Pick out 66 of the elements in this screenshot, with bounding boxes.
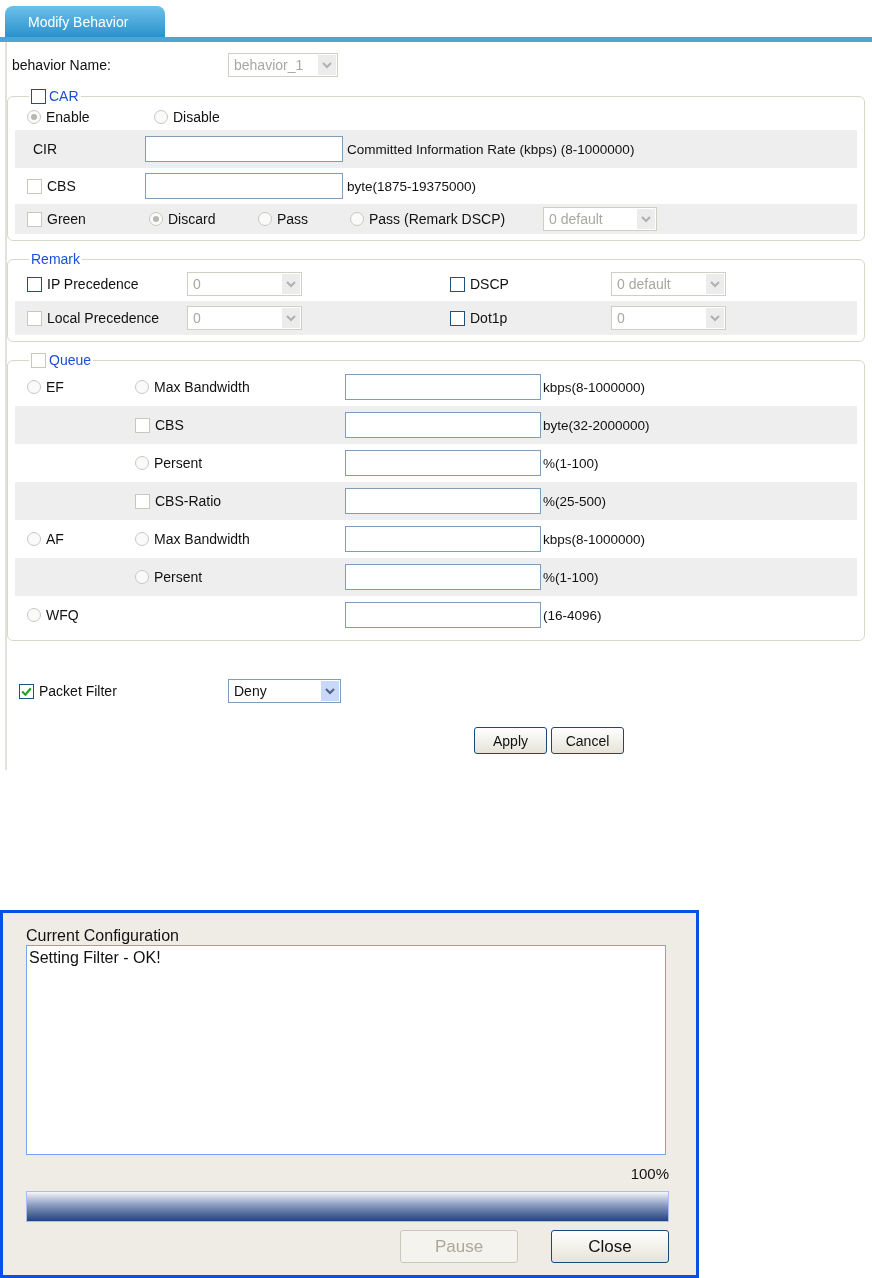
log-area[interactable]: Setting Filter - OK! — [26, 945, 666, 1155]
range-hint: %(1-100) — [542, 569, 600, 585]
chevron-down-icon — [706, 308, 724, 328]
radio-label: Pass — [277, 211, 309, 227]
radio-label: AF — [46, 531, 64, 547]
radio-label: Enable — [46, 109, 90, 125]
text-field[interactable] — [345, 450, 541, 476]
text-field[interactable] — [345, 602, 541, 628]
text-field[interactable] — [345, 564, 541, 590]
range-hint: (16-4096) — [542, 607, 603, 623]
radio-label: Max Bandwidth — [154, 379, 250, 395]
range-hint: byte(1875-19375000) — [346, 178, 478, 194]
text-field[interactable] — [145, 173, 343, 199]
chevron-down-icon — [637, 209, 655, 229]
text-field[interactable] — [345, 526, 541, 552]
range-hint: %(1-100) — [542, 455, 600, 471]
progress-percent: 100% — [629, 1165, 669, 1183]
range-hint: byte(32-2000000) — [542, 417, 651, 433]
checkbox-label: CBS — [47, 178, 76, 194]
form-button[interactable]: Apply — [474, 727, 547, 754]
radio-label: Persent — [154, 455, 203, 471]
section-title: CAR — [49, 88, 79, 104]
radio-label: Discard — [168, 211, 216, 227]
checkbox-label: CBS-Ratio — [155, 493, 222, 509]
checkbox-label: Green — [47, 211, 86, 227]
checkbox-label: CBS — [155, 417, 184, 433]
chevron-down-icon — [282, 308, 300, 328]
radio-label: Persent — [154, 569, 203, 585]
chevron-down-icon — [706, 274, 724, 294]
checkbox-label: Local Precedence — [47, 310, 160, 326]
radio-label: WFQ — [46, 607, 79, 623]
checkbox-label: Dot1p — [470, 310, 508, 326]
range-hint: kbps(8-1000000) — [542, 379, 647, 395]
dialog-button[interactable]: Close — [551, 1230, 669, 1263]
checkbox-label: DSCP — [470, 276, 509, 292]
range-hint: %(25-500) — [542, 493, 608, 509]
text-field[interactable] — [345, 412, 541, 438]
radio-button[interactable] — [27, 110, 41, 124]
dialog-title: Current Configuration — [26, 927, 180, 945]
section-title: Remark — [31, 251, 80, 267]
text-field[interactable] — [145, 136, 343, 162]
field-label: behavior Name: — [12, 57, 112, 73]
chevron-down-icon — [318, 55, 336, 75]
checkbox[interactable] — [450, 276, 465, 292]
text-field[interactable] — [345, 488, 541, 514]
checkbox[interactable] — [27, 276, 42, 292]
range-hint: Committed Information Rate (kbps) (8-1000000) — [346, 141, 636, 157]
tab[interactable]: Modify Behavior — [5, 6, 165, 37]
chevron-down-icon — [282, 274, 300, 294]
form-button[interactable]: Cancel — [551, 727, 624, 754]
radio-label: Max Bandwidth — [154, 531, 250, 547]
checkbox[interactable] — [31, 88, 46, 104]
section-title: Queue — [49, 352, 92, 368]
checkbox-label: IP Precedence — [47, 276, 139, 292]
radio-button[interactable] — [154, 110, 168, 124]
field-label: CIR — [32, 141, 59, 157]
chevron-down-icon — [321, 681, 339, 701]
range-hint: kbps(8-1000000) — [542, 531, 647, 547]
radio-label: Pass (Remark DSCP) — [369, 211, 506, 227]
checkbox[interactable] — [450, 310, 465, 326]
dropdown[interactable]: Deny — [228, 679, 341, 703]
text-field[interactable] — [345, 374, 541, 400]
checkbox[interactable] — [19, 683, 34, 699]
radio-label: EF — [46, 379, 64, 395]
checkbox-label: Packet Filter — [39, 683, 117, 699]
radio-label: Disable — [173, 109, 220, 125]
